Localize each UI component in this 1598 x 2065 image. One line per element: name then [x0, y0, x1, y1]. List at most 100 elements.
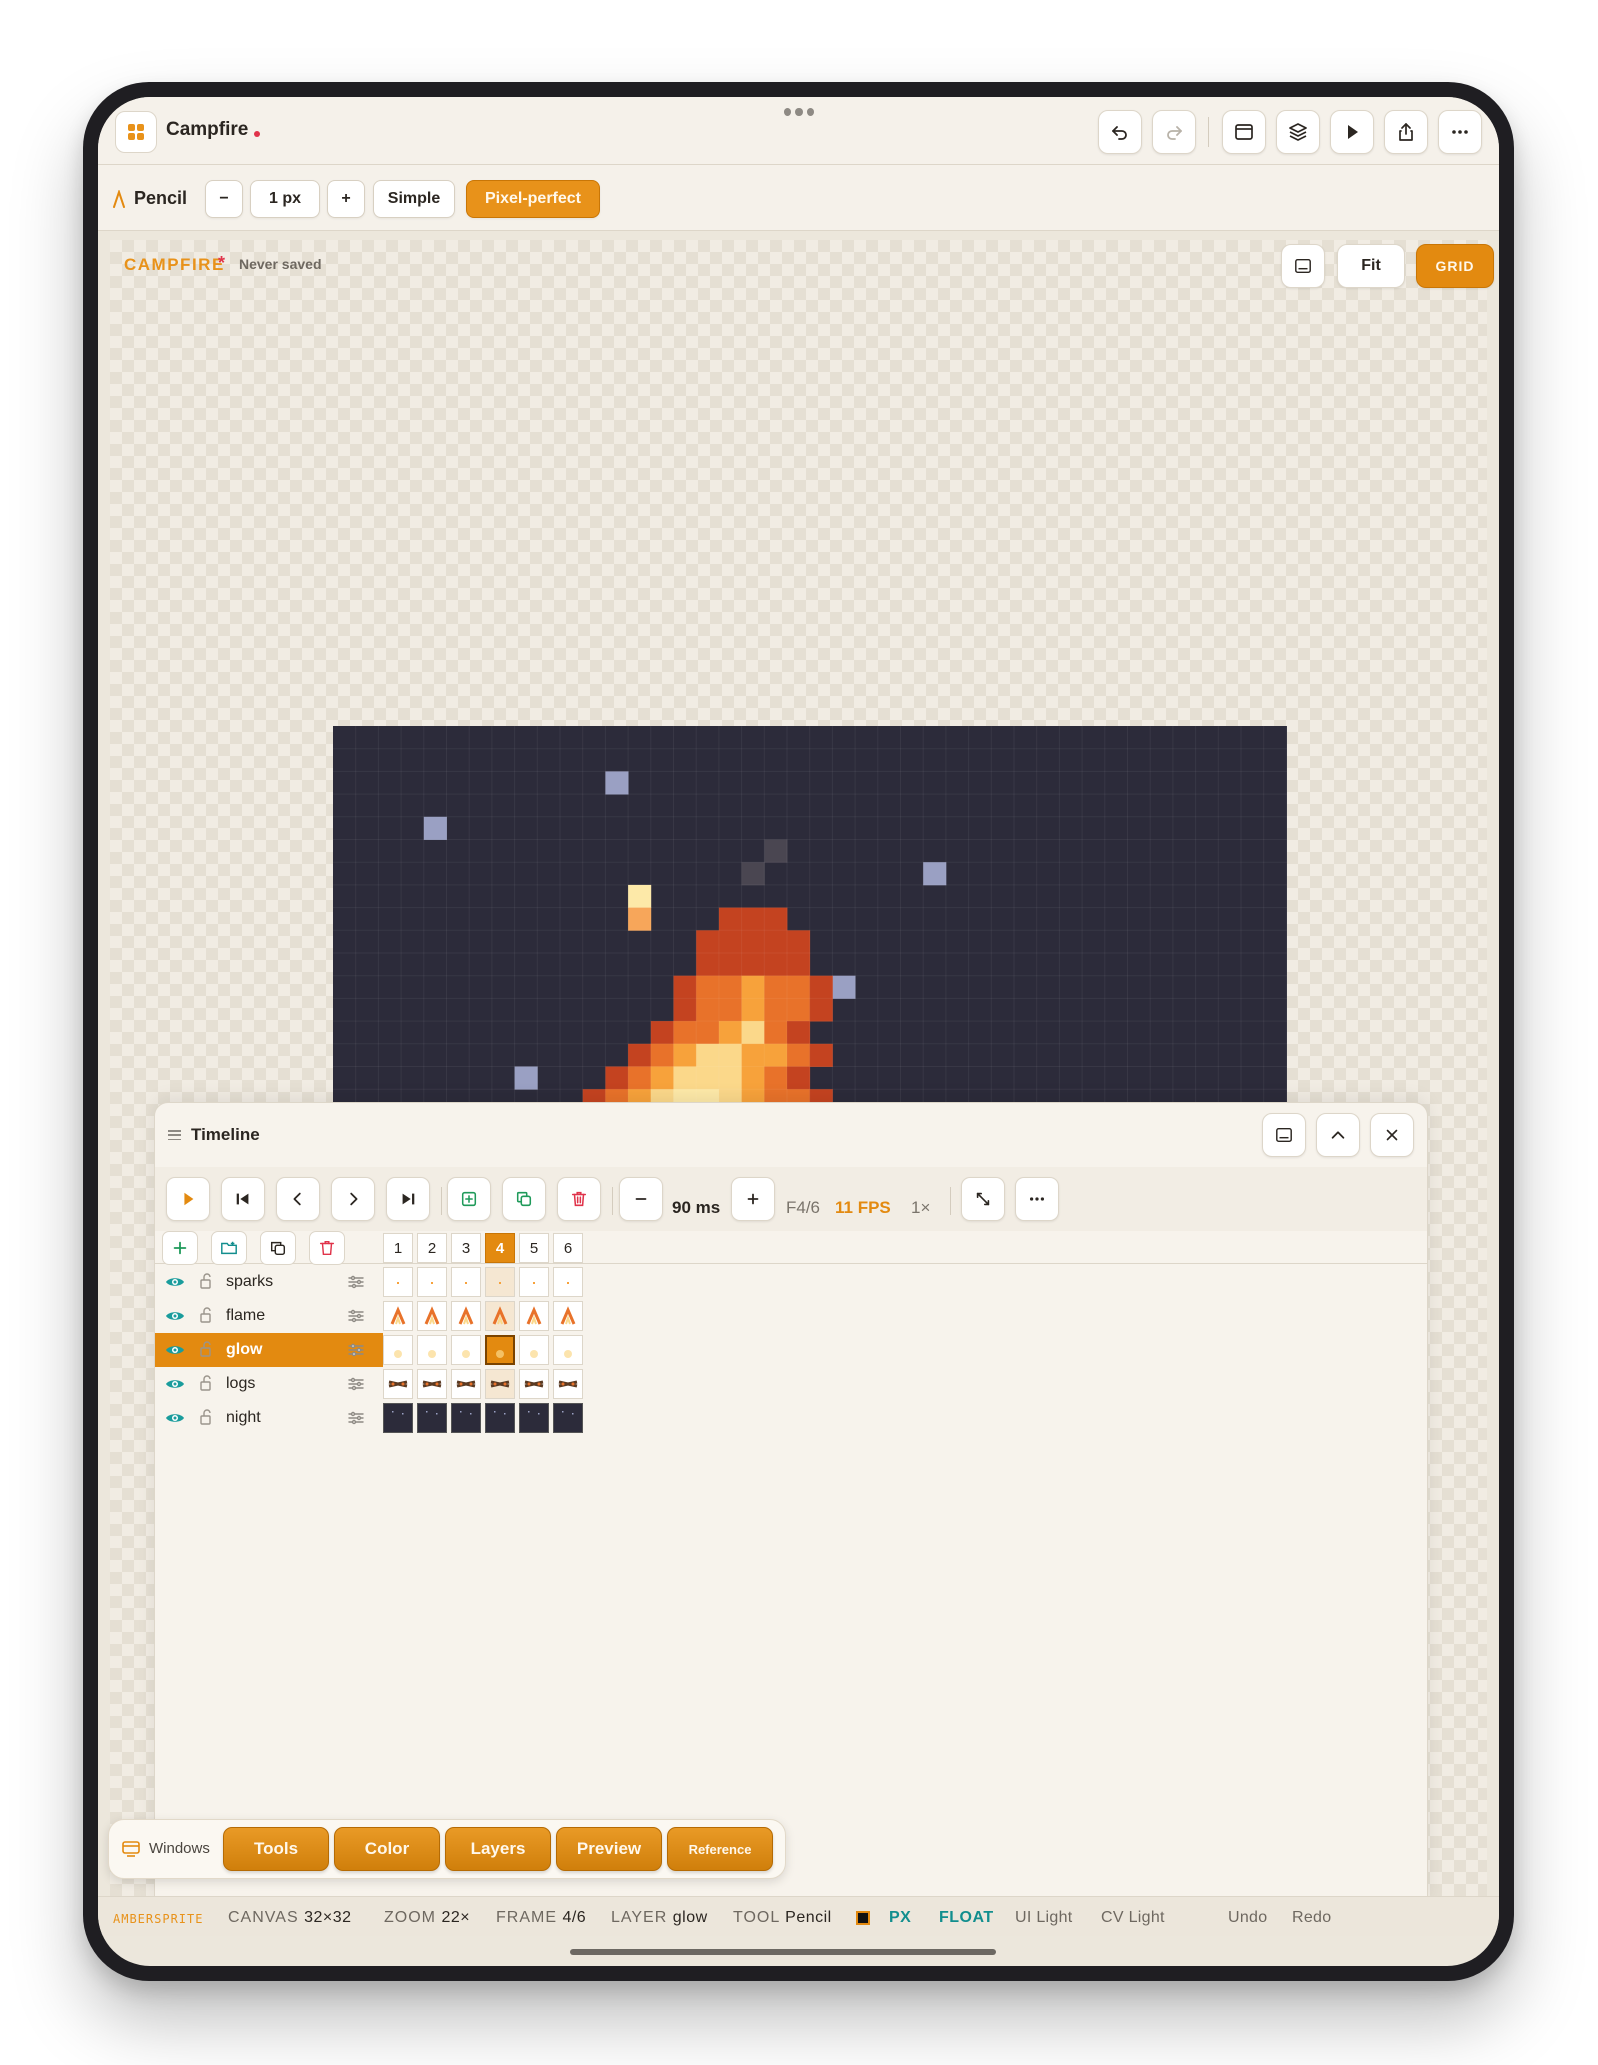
eye-icon[interactable] — [165, 1274, 185, 1290]
frame-cell[interactable] — [519, 1335, 549, 1365]
lock-icon[interactable] — [199, 1273, 213, 1289]
star-pixel[interactable] — [923, 862, 947, 886]
window-button[interactable] — [1222, 110, 1266, 154]
frame-cell[interactable] — [417, 1403, 447, 1433]
flame-pixel[interactable] — [809, 998, 833, 1022]
frame-cell[interactable] — [383, 1335, 413, 1365]
smoke-pixel[interactable] — [741, 862, 765, 886]
add-layer-button[interactable] — [162, 1231, 198, 1265]
dock-color-button[interactable]: Color — [334, 1827, 440, 1871]
frame-cell[interactable] — [451, 1403, 481, 1433]
frame-cell[interactable] — [383, 1267, 413, 1297]
layer-row-logs[interactable]: logs — [155, 1367, 383, 1401]
flame-pixel[interactable] — [787, 975, 811, 999]
frame-cell[interactable] — [519, 1369, 549, 1399]
frame-header-1[interactable]: 1 — [383, 1233, 413, 1263]
frame-cell[interactable] — [553, 1267, 583, 1297]
layer-row-flame[interactable]: flame — [155, 1299, 383, 1333]
layer-options-icon[interactable] — [348, 1309, 364, 1323]
flame-pixel[interactable] — [605, 1066, 629, 1090]
flame-pixel[interactable] — [718, 1066, 742, 1090]
flame-pixel[interactable] — [764, 998, 788, 1022]
flame-pixel[interactable] — [673, 1043, 697, 1067]
spark-pixel[interactable] — [628, 907, 652, 931]
star-pixel[interactable] — [423, 816, 447, 840]
flame-pixel[interactable] — [718, 1021, 742, 1045]
float-toggle[interactable]: FLOAT — [939, 1909, 994, 1927]
duplicate-frame-button[interactable] — [502, 1177, 546, 1221]
flame-pixel[interactable] — [741, 1066, 765, 1090]
panel-toggle-button[interactable] — [1281, 244, 1325, 288]
flame-pixel[interactable] — [764, 975, 788, 999]
frame-cell[interactable] — [417, 1335, 447, 1365]
flame-pixel[interactable] — [764, 1043, 788, 1067]
flame-pixel[interactable] — [650, 1021, 674, 1045]
layer-row-sparks[interactable]: sparks — [155, 1265, 383, 1299]
flame-pixel[interactable] — [673, 998, 697, 1022]
grid-toggle-button[interactable]: GRID — [1416, 244, 1494, 288]
flame-pixel[interactable] — [787, 998, 811, 1022]
playback-speed[interactable]: 1× — [911, 1198, 930, 1218]
timeline-collapse-button[interactable] — [1316, 1113, 1360, 1157]
flame-pixel[interactable] — [764, 930, 788, 954]
flame-pixel[interactable] — [741, 998, 765, 1022]
dock-reference-button[interactable]: Reference — [667, 1827, 773, 1871]
redo-button[interactable] — [1152, 110, 1196, 154]
next-frame-button[interactable] — [331, 1177, 375, 1221]
more-button[interactable] — [1438, 110, 1482, 154]
lock-icon[interactable] — [199, 1307, 213, 1323]
star-pixel[interactable] — [514, 1066, 538, 1090]
mode-simple-button[interactable]: Simple — [373, 180, 455, 218]
frame-cell[interactable] — [451, 1335, 481, 1365]
status-redo[interactable]: Redo — [1292, 1909, 1331, 1927]
frame-cell[interactable] — [519, 1403, 549, 1433]
flame-pixel[interactable] — [809, 1043, 833, 1067]
flame-pixel[interactable] — [718, 1043, 742, 1067]
frame-header-5[interactable]: 5 — [519, 1233, 549, 1263]
delete-layer-button[interactable] — [309, 1231, 345, 1265]
mode-pixel-perfect-button[interactable]: Pixel-perfect — [466, 180, 600, 218]
frame-cell[interactable] — [417, 1267, 447, 1297]
flame-pixel[interactable] — [718, 930, 742, 954]
cv-theme-toggle[interactable]: CV Light — [1101, 1909, 1165, 1927]
flame-pixel[interactable] — [696, 1043, 720, 1067]
flame-pixel[interactable] — [764, 1066, 788, 1090]
flame-pixel[interactable] — [718, 975, 742, 999]
layer-options-icon[interactable] — [348, 1411, 364, 1425]
frame-cell[interactable] — [383, 1301, 413, 1331]
prev-frame-button[interactable] — [276, 1177, 320, 1221]
timeline-more-button[interactable] — [1015, 1177, 1059, 1221]
flame-pixel[interactable] — [696, 1021, 720, 1045]
frame-cell[interactable] — [553, 1335, 583, 1365]
frame-duration[interactable]: 90 ms — [672, 1198, 720, 1218]
frame-header-2[interactable]: 2 — [417, 1233, 447, 1263]
dock-tools-button[interactable]: Tools — [223, 1827, 329, 1871]
frame-cell[interactable] — [485, 1267, 515, 1297]
flame-pixel[interactable] — [673, 1021, 697, 1045]
dock-layers-button[interactable]: Layers — [445, 1827, 551, 1871]
frame-cell[interactable] — [519, 1267, 549, 1297]
play-button[interactable] — [166, 1177, 210, 1221]
layer-options-icon[interactable] — [348, 1377, 364, 1391]
timeline-dock-button[interactable] — [1262, 1113, 1306, 1157]
frame-cell[interactable] — [451, 1267, 481, 1297]
layer-row-glow[interactable]: glow — [155, 1333, 383, 1367]
frame-cell[interactable] — [417, 1301, 447, 1331]
flame-pixel[interactable] — [696, 998, 720, 1022]
flame-pixel[interactable] — [741, 1043, 765, 1067]
frame-header-3[interactable]: 3 — [451, 1233, 481, 1263]
first-frame-button[interactable] — [221, 1177, 265, 1221]
fit-button[interactable]: Fit — [1337, 244, 1405, 288]
layers-button[interactable] — [1276, 110, 1320, 154]
star-pixel[interactable] — [832, 975, 856, 999]
flame-pixel[interactable] — [787, 1021, 811, 1045]
flame-pixel[interactable] — [696, 975, 720, 999]
play-preview-button[interactable] — [1330, 110, 1374, 154]
undo-button[interactable] — [1098, 110, 1142, 154]
flame-pixel[interactable] — [696, 1066, 720, 1090]
size-decrease-button[interactable]: − — [205, 180, 243, 218]
share-button[interactable] — [1384, 110, 1428, 154]
lock-icon[interactable] — [199, 1409, 213, 1425]
drag-handle-icon[interactable] — [168, 1130, 181, 1140]
flame-pixel[interactable] — [764, 953, 788, 977]
